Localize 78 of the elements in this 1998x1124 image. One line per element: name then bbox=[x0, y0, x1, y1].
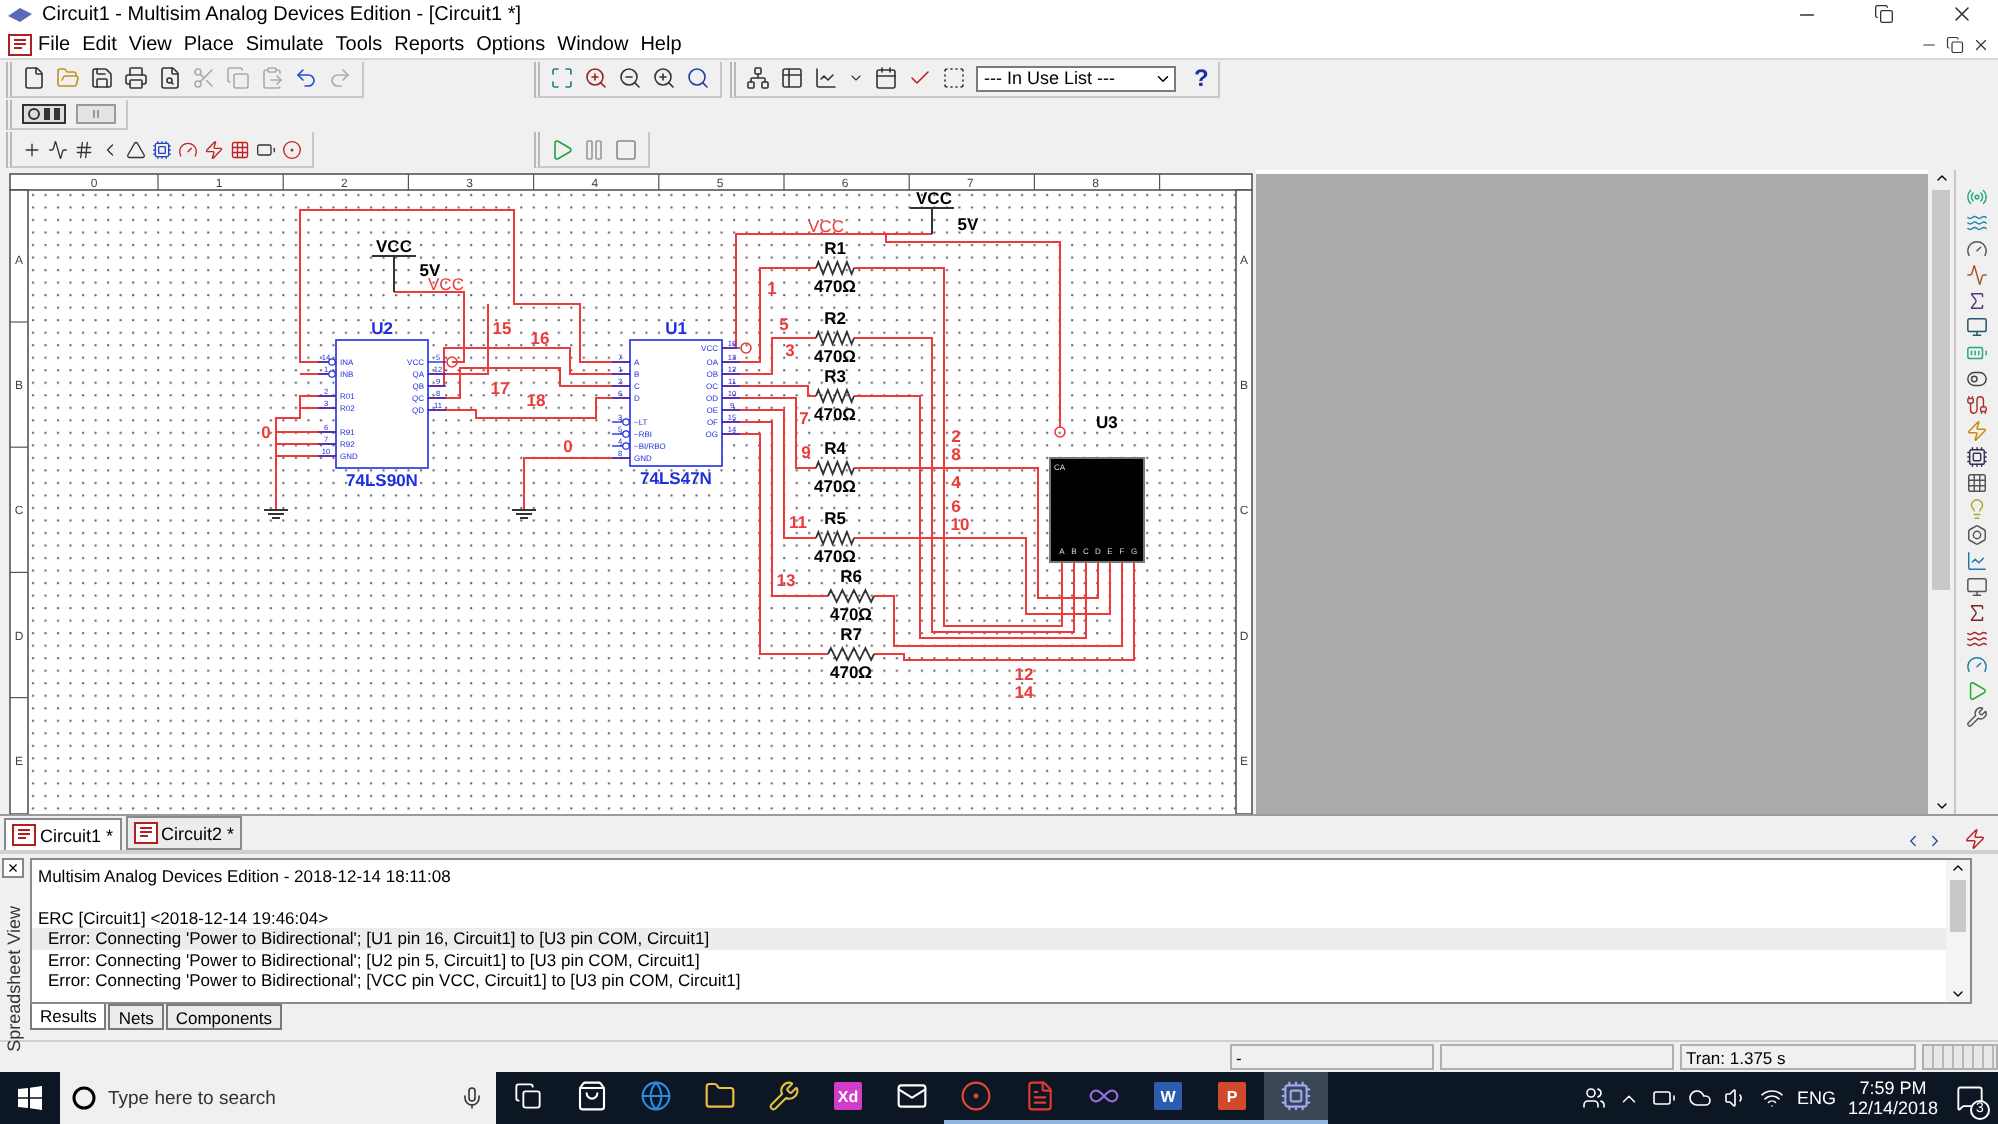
net-label: 13 bbox=[776, 570, 796, 591]
net-label: 12 bbox=[1014, 664, 1034, 685]
help-button[interactable]: ? bbox=[1194, 64, 1209, 93]
log-line[interactable]: Error: Connecting 'Power to Bidirectional'; [VCC pin VCC, Circuit1] to [U3 pin COM, Circuit1] bbox=[32, 970, 1946, 992]
resistance-value: 470Ω bbox=[814, 546, 856, 567]
net-label: 0 bbox=[563, 436, 573, 457]
power-label: VCC bbox=[376, 236, 412, 257]
part-reference: R5 bbox=[824, 508, 846, 529]
taskbar-app[interactable]: Xd bbox=[816, 1072, 880, 1124]
net-label: 5 bbox=[779, 314, 789, 335]
part-reference: U3 bbox=[1096, 412, 1118, 433]
part-type: 74LS47N bbox=[640, 468, 712, 489]
part-reference: R4 bbox=[824, 438, 846, 459]
resistance-value: 470Ω bbox=[814, 404, 856, 425]
net-label: 6 bbox=[951, 496, 961, 517]
menu-item[interactable]: Tools bbox=[329, 33, 389, 55]
net-label: 7 bbox=[799, 408, 809, 429]
net-label: 10 bbox=[950, 514, 970, 535]
resistance-value: 470Ω bbox=[830, 604, 872, 625]
net-label: 11 bbox=[789, 512, 807, 533]
net-label: 14 bbox=[1014, 682, 1034, 703]
resistance-value: 470Ω bbox=[814, 476, 856, 497]
menu-item[interactable]: Simulate bbox=[239, 33, 330, 55]
language-indicator[interactable]: ENG bbox=[1796, 1088, 1836, 1109]
results-tab[interactable]: Results bbox=[30, 1004, 107, 1031]
part-reference: U1 bbox=[665, 318, 687, 339]
net-label: VCC bbox=[808, 216, 844, 237]
results-tab[interactable]: Components bbox=[165, 1004, 283, 1031]
resistance-value: 470Ω bbox=[830, 662, 872, 683]
document-tab[interactable]: Circuit2 * bbox=[125, 816, 243, 851]
status-field: Tran: 1.375 s bbox=[1680, 1044, 1916, 1071]
net-label: 4 bbox=[951, 472, 961, 493]
part-reference: R3 bbox=[824, 366, 846, 387]
results-tab[interactable]: Nets bbox=[108, 1004, 164, 1031]
menu-item[interactable]: File bbox=[32, 33, 77, 55]
menu-item[interactable]: Window bbox=[551, 33, 635, 55]
close-button[interactable]: × bbox=[2, 858, 24, 879]
document-tab[interactable]: Circuit1 * bbox=[4, 818, 122, 851]
menu-item[interactable]: Place bbox=[177, 33, 240, 55]
search-field[interactable]: Type here to search bbox=[60, 1072, 496, 1124]
menu-item[interactable]: View bbox=[122, 33, 178, 55]
part-type: 74LS90N bbox=[346, 470, 418, 491]
part-reference: U2 bbox=[371, 318, 393, 339]
power-label: VCC bbox=[916, 188, 952, 209]
clock-date[interactable]: 12/14/2018 bbox=[1847, 1098, 1938, 1119]
log-line[interactable]: ERC [Circuit1] <2018-12-14 19:46:04> bbox=[32, 907, 1946, 929]
net-label: 18 bbox=[526, 390, 546, 411]
menu-item[interactable]: Edit bbox=[76, 33, 123, 55]
net-label: 8 bbox=[951, 444, 961, 465]
app-badge-icon[interactable]: Xd bbox=[834, 1082, 862, 1111]
window-title: Circuit1 - Multisim Analog Devices Edition - [Circuit1 *] bbox=[42, 3, 524, 26]
net-label: 2 bbox=[951, 426, 961, 447]
net-label: 17 bbox=[490, 378, 510, 399]
log-line[interactable]: Error: Connecting 'Power to Bidirectional'; [U2 pin 5, Circuit1] to [U3 pin COM, Circuit1] bbox=[32, 949, 1946, 971]
part-reference: R2 bbox=[824, 308, 846, 329]
menu-item[interactable]: Options bbox=[470, 33, 552, 55]
part-reference: R6 bbox=[840, 566, 862, 587]
resistance-value: 470Ω bbox=[814, 346, 856, 367]
app-badge-icon[interactable]: W bbox=[1154, 1082, 1182, 1111]
net-label: 0 bbox=[261, 422, 271, 443]
net-label: 3 bbox=[785, 340, 795, 361]
clock-time[interactable]: 7:59 PM bbox=[1859, 1078, 1927, 1099]
menu-item[interactable]: Reports bbox=[388, 33, 471, 55]
log-line[interactable]: Multisim Analog Devices Edition - 2018-12-14 18:11:08 bbox=[32, 866, 1946, 888]
net-label: 15 bbox=[492, 318, 512, 339]
resistance-value: 470Ω bbox=[814, 276, 856, 297]
net-label: 9 bbox=[801, 442, 811, 463]
voltage-label: 5V bbox=[957, 214, 979, 235]
menu-item[interactable]: Help bbox=[634, 33, 688, 55]
part-reference: R1 bbox=[824, 238, 846, 259]
net-label: 16 bbox=[530, 328, 550, 349]
status-field: - bbox=[1230, 1044, 1434, 1071]
taskbar-app[interactable]: W bbox=[1136, 1072, 1200, 1124]
component-list-dropdown[interactable]: --- In Use List --- bbox=[976, 65, 1176, 92]
panel-title: Spreadsheet View bbox=[3, 906, 23, 1052]
part-reference: R7 bbox=[840, 624, 862, 645]
net-label: 1 bbox=[767, 278, 777, 299]
app-badge-icon[interactable]: P bbox=[1218, 1082, 1246, 1111]
